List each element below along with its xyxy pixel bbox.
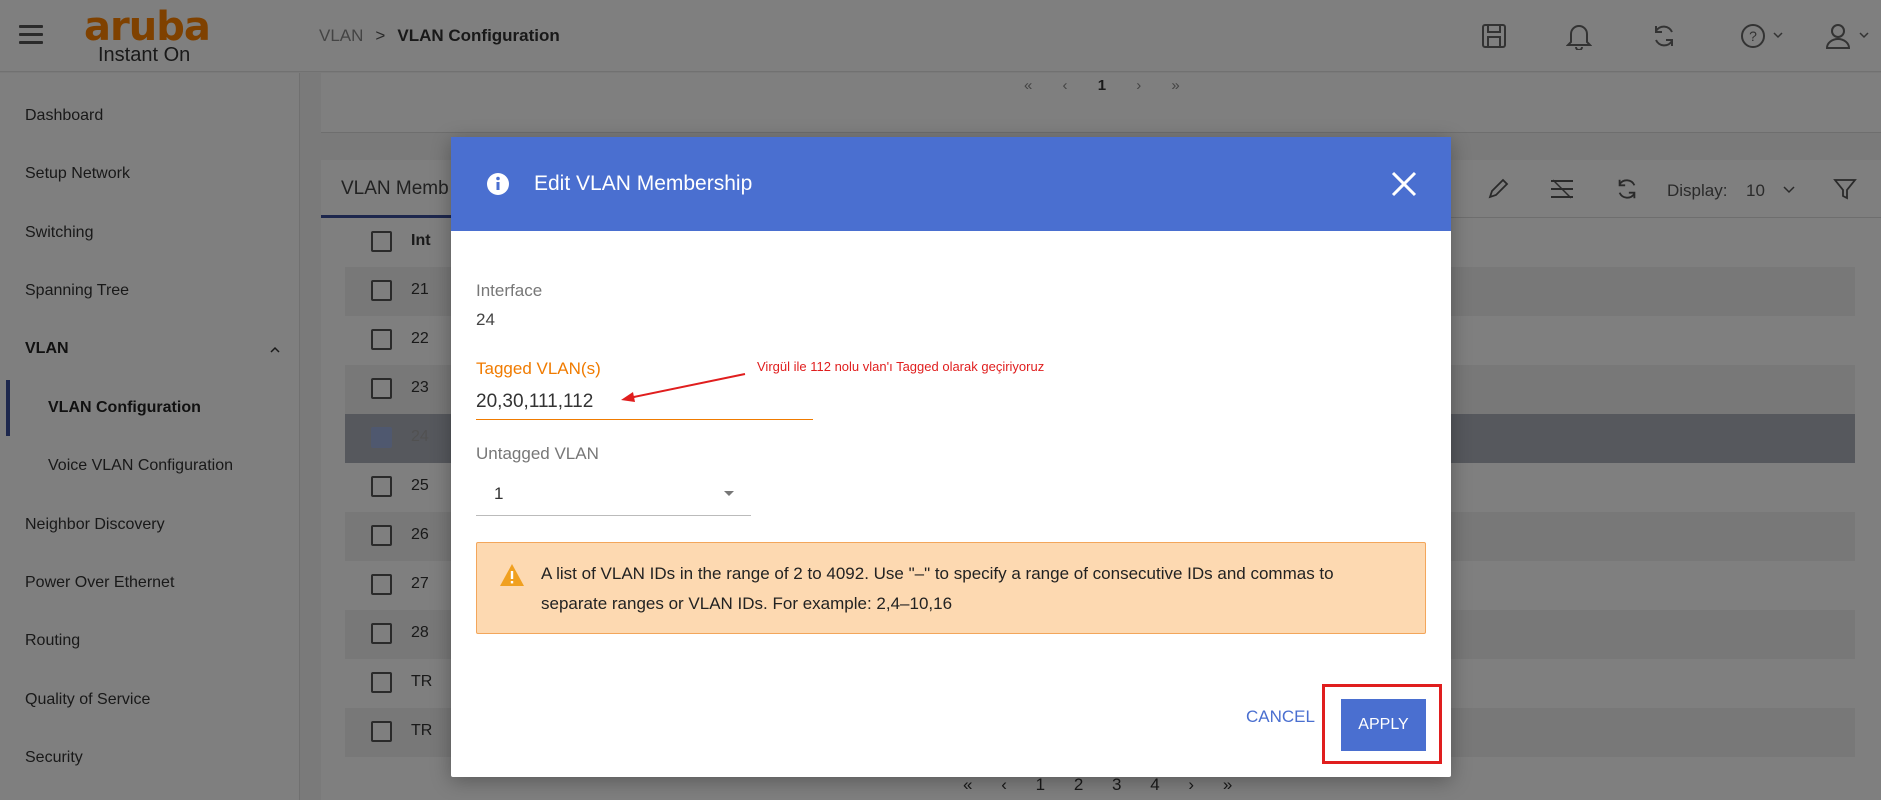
dialog-header: Edit VLAN Membership xyxy=(451,137,1451,231)
annotation-arrow-icon xyxy=(621,373,746,402)
warning-text: A list of VLAN IDs in the range of 2 to … xyxy=(541,564,1334,613)
close-icon[interactable] xyxy=(1387,167,1421,201)
highlight-frame xyxy=(1322,684,1442,764)
warning-icon xyxy=(500,564,524,586)
untagged-vlan-value: 1 xyxy=(494,484,504,503)
untagged-vlan-label: Untagged VLAN xyxy=(476,444,599,463)
warning-message: A list of VLAN IDs in the range of 2 to … xyxy=(476,542,1426,634)
interface-value: 24 xyxy=(476,310,495,329)
dropdown-caret-icon xyxy=(724,491,734,496)
edit-vlan-membership-dialog: Edit VLAN Membership Interface 24 Tagged… xyxy=(451,137,1451,777)
dialog-title: Edit VLAN Membership xyxy=(534,172,753,195)
interface-label: Interface xyxy=(476,281,543,300)
tagged-vlan-label: Tagged VLAN(s) xyxy=(476,359,601,378)
info-icon xyxy=(487,173,509,195)
annotation-note: Virgül ile 112 nolu vlan'ı Tagged olarak… xyxy=(757,359,1045,374)
cancel-button[interactable]: CANCEL xyxy=(1246,707,1315,727)
untagged-vlan-select[interactable]: 1 xyxy=(476,471,751,516)
